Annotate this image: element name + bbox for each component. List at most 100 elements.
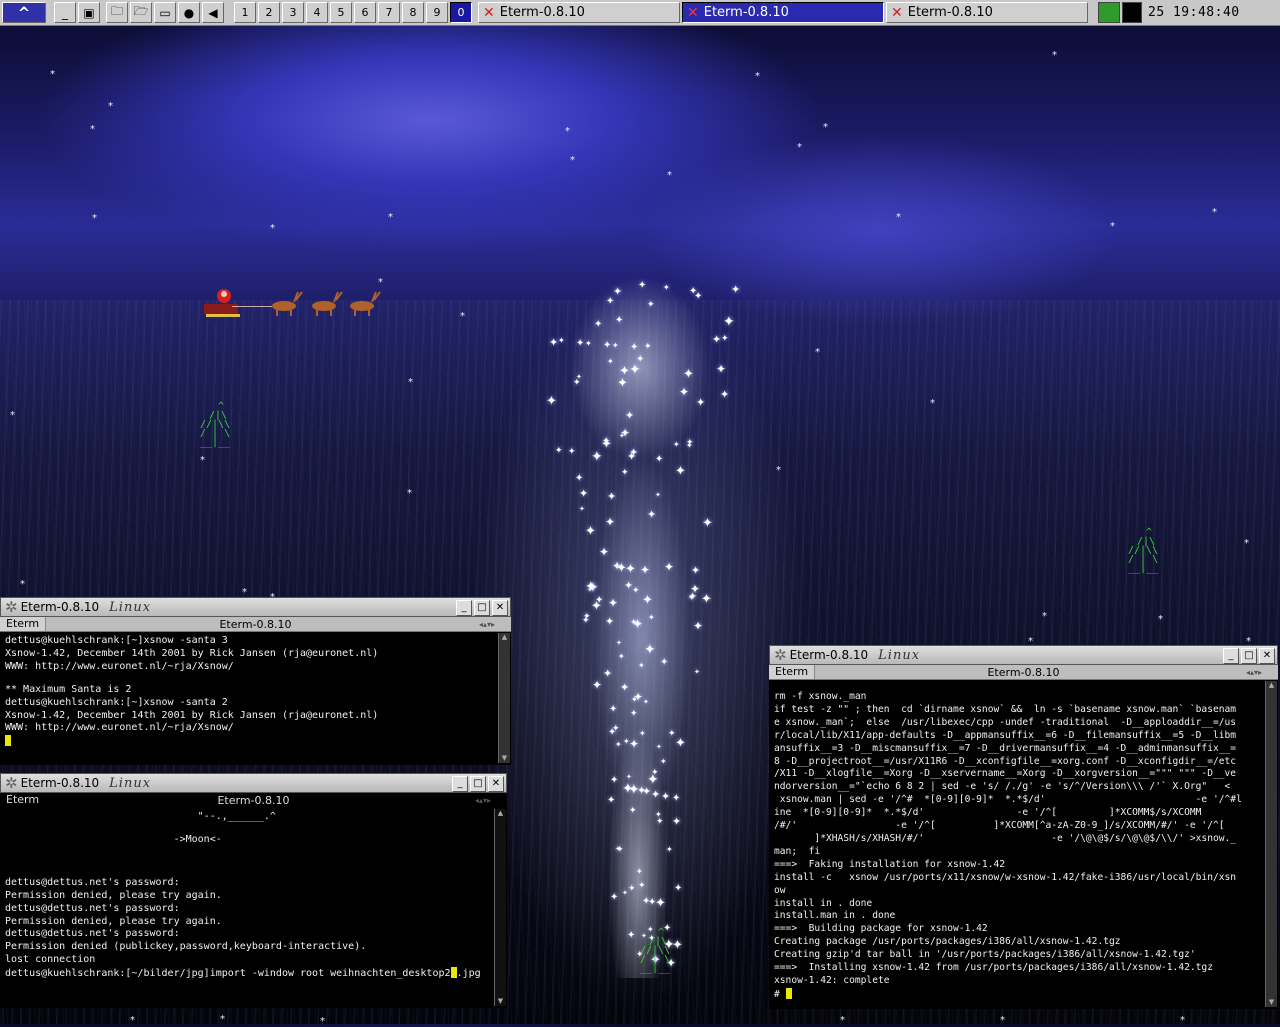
sparkle: ✦ (664, 560, 675, 574)
window-titlebar[interactable]: ✲ Eterm-0.8.10 Linux _ □ ✕ (0, 597, 511, 617)
sparkle: ✦ (638, 280, 647, 291)
sparkle: ✦ (683, 367, 694, 382)
desktop-button-4[interactable]: 4 (306, 2, 328, 23)
desktop-button-0[interactable]: 0 (450, 2, 472, 23)
sparkle: ✦ (702, 516, 713, 531)
sparkle: ✦ (647, 300, 655, 310)
clock: 25 19:48:40 (1148, 5, 1240, 20)
terminal-line: r/local/lib/X11/app-defaults -D__appmans… (774, 729, 1237, 741)
minimize-button[interactable]: _ (456, 600, 472, 616)
eterm-menubar: Eterm Eterm-0.8.10 ◂▴▾▸ (0, 793, 507, 807)
desktop-button-7[interactable]: 7 (378, 2, 400, 23)
eterm-menubar: Eterm Eterm-0.8.10 ◂▴▾▸ (0, 617, 511, 632)
folder-open-icon[interactable]: 🗁 (130, 2, 152, 23)
desktop-button-5[interactable]: 5 (330, 2, 352, 23)
eterm-menubar: Eterm Eterm-0.8.10 ◂▴▾▸ (769, 665, 1278, 680)
scrollbar[interactable]: ▲ ▼ (494, 809, 506, 1006)
sparkle: ✦ (616, 639, 622, 647)
desktop-button-8[interactable]: 8 (402, 2, 424, 23)
globe-icon[interactable]: ● (178, 2, 200, 23)
snowflake: * (1110, 221, 1115, 232)
terminal-line: Creating gzip'd tar ball in '/usr/ports/… (774, 949, 1196, 961)
sparkle: ✦ (546, 394, 557, 409)
terminal-output[interactable]: "--.,______.^ ->Moon<- dettus@dettus.net'… (2, 811, 493, 1006)
window-titlebar[interactable]: ✲ Eterm-0.8.10 Linux _ □ ✕ (769, 645, 1278, 665)
scroll-down-icon[interactable]: ▼ (495, 997, 506, 1006)
sparkle: ✦ (579, 487, 589, 500)
close-button[interactable]: ✕ (1259, 648, 1275, 664)
sparkle: ✦ (622, 889, 628, 897)
eterm-window-1[interactable]: ✲ Eterm-0.8.10 Linux _ □ ✕ Eterm Eterm-0… (0, 597, 511, 765)
close-button[interactable]: ✕ (488, 776, 504, 792)
task-label: Eterm-0.8.10 (703, 5, 789, 20)
eterm-window-3[interactable]: ✲ Eterm-0.8.10 Linux _ □ ✕ Eterm Eterm-0… (769, 645, 1278, 1009)
terminal-line: Xsnow-1.42, December 14th 2001 by Rick J… (5, 647, 379, 659)
scroll-down-icon[interactable]: ▼ (1266, 998, 1277, 1007)
maximize-button[interactable]: □ (470, 776, 486, 792)
sparkle: ✦ (602, 436, 611, 447)
desktop-button-2[interactable]: 2 (258, 2, 280, 23)
desktop-button-9[interactable]: 9 (426, 2, 448, 23)
scrollbar[interactable]: ▲ ▼ (1265, 681, 1277, 1007)
terminal-line: e xsnow._man`; else /usr/libexec/cpp -un… (774, 716, 1237, 728)
folder-icon[interactable]: 🗀 (106, 2, 128, 23)
desktop-button-6[interactable]: 6 (354, 2, 376, 23)
desktop-button-3[interactable]: 3 (282, 2, 304, 23)
window-titlebar[interactable]: ✲ Eterm-0.8.10 Linux _ □ ✕ (0, 773, 507, 793)
minimize-all-icon[interactable]: _ (54, 2, 76, 23)
task-list: ✕ Eterm-0.8.10 ✕ Eterm-0.8.10 ✕ Eterm-0.8.10 (476, 2, 1088, 23)
sparkle: ✦ (558, 336, 565, 345)
monitor-icon[interactable]: ▭ (154, 2, 176, 23)
terminal-line: man; fi (774, 845, 821, 857)
task-button[interactable]: ✕ Eterm-0.8.10 (478, 2, 680, 23)
sparkle: ✦ (576, 338, 585, 349)
eterm-menu[interactable]: Eterm (769, 665, 816, 679)
terminal-line: "--.,______.^ (5, 811, 276, 822)
sparkle: ✦ (573, 378, 581, 388)
sparkle: ✦ (640, 563, 651, 577)
desktop-button-1[interactable]: 1 (234, 2, 256, 23)
x-app-icon: ✕ (891, 4, 903, 21)
speaker-icon[interactable]: ◀ (202, 2, 224, 23)
maximize-button[interactable]: □ (1241, 648, 1257, 664)
maximize-button[interactable]: □ (474, 600, 490, 616)
sparkle: ✦ (638, 661, 645, 670)
minimize-button[interactable]: _ (1223, 648, 1239, 664)
sparkle: ✦ (625, 409, 635, 422)
eterm-window-2[interactable]: ✲ Eterm-0.8.10 Linux _ □ ✕ Eterm Eterm-0… (0, 773, 507, 1008)
terminal-line: install.man in . done (774, 910, 896, 922)
eterm-menu[interactable]: Eterm (0, 793, 46, 807)
eterm-menu[interactable]: Eterm (0, 617, 47, 631)
sparkle: ✦ (694, 291, 703, 302)
sparkle: ✦ (644, 642, 656, 658)
close-button[interactable]: ✕ (492, 600, 508, 616)
window-title: Eterm-0.8.10 (20, 600, 100, 614)
scroll-up-icon[interactable]: ▲ (1266, 681, 1277, 690)
xsnow-tree: ^ /|\ //|\\ / | \ __|__ (200, 401, 231, 448)
snowflake: * (815, 347, 820, 358)
terminal-output[interactable]: dettus@kuehlschrank:[~]xsnow -santa 3 Xsn… (2, 635, 497, 763)
start-menu-button[interactable]: ^ (2, 2, 46, 23)
sparkle: ✦ (591, 449, 603, 465)
task-button[interactable]: ✕ Eterm-0.8.10 (886, 2, 1088, 23)
minimize-button[interactable]: _ (452, 776, 468, 792)
task-button[interactable]: ✕ Eterm-0.8.10 (682, 2, 884, 23)
terminal-line: xsnow.man | sed -e '/^# *[0-9][0-9]* *.*… (774, 794, 1242, 806)
scrollbar[interactable]: ▲ ▼ (498, 633, 510, 763)
snowflake: * (92, 213, 97, 224)
window-list-icon[interactable]: ▣ (78, 2, 100, 23)
terminal-line: dettus@dettus.net's password: (5, 876, 180, 888)
snowflake: * (1180, 1015, 1185, 1026)
snowflake: * (108, 101, 113, 112)
sparkle: ✦ (655, 896, 666, 911)
network-monitor (1098, 2, 1120, 23)
sparkle: ✦ (613, 285, 623, 298)
scroll-down-icon[interactable]: ▼ (499, 754, 510, 763)
snowflake: * (1042, 611, 1047, 622)
sparkle: ✦ (716, 362, 727, 376)
snowflake: * (90, 124, 95, 135)
scroll-up-icon[interactable]: ▲ (499, 633, 510, 642)
terminal-output[interactable]: rm -f xsnow._man if test -z "" ; then cd … (771, 691, 1264, 1007)
scroll-up-icon[interactable]: ▲ (495, 809, 506, 818)
